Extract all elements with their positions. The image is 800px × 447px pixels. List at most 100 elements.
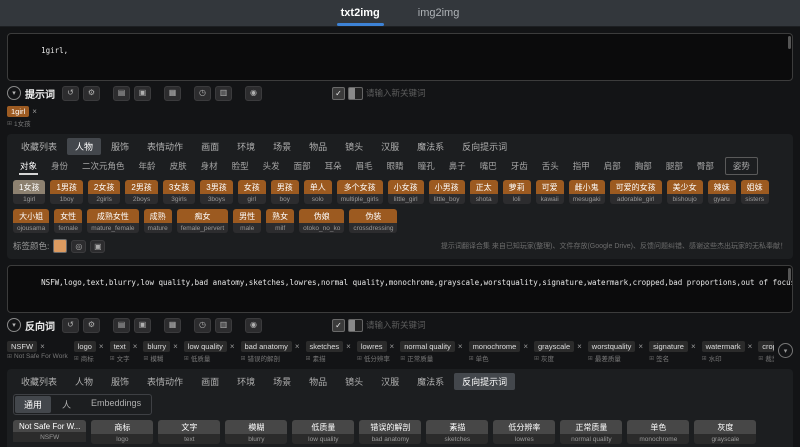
category-tab[interactable]: 二次元角色 bbox=[75, 158, 132, 174]
category-tab[interactable]: 皮肤 bbox=[163, 158, 194, 174]
panel-tab[interactable]: 画面 bbox=[193, 138, 227, 155]
chip[interactable]: text × bbox=[109, 341, 138, 352]
category-tab[interactable]: 鼻子 bbox=[442, 158, 473, 174]
negative-textarea[interactable]: NSFW,logo,text,blurry,low quality,bad an… bbox=[7, 265, 793, 313]
chip[interactable]: NSFW × bbox=[7, 341, 68, 352]
tag-button[interactable]: Not Safe For W... NSFW bbox=[13, 420, 87, 444]
category-tab[interactable]: 指甲 bbox=[566, 158, 597, 174]
collapse-icon[interactable]: ▾ bbox=[7, 86, 21, 100]
tag-button[interactable]: 多个女孩 multiple_girls bbox=[336, 180, 383, 204]
panel-tab[interactable]: 镜头 bbox=[337, 373, 371, 390]
tag-button[interactable]: 可爱的女孩 adorable_girl bbox=[609, 180, 662, 204]
category-tab[interactable]: 年龄 bbox=[132, 158, 163, 174]
tag-button[interactable]: 成熟女性 mature_female bbox=[87, 209, 139, 233]
panel-tab[interactable]: 场景 bbox=[265, 373, 299, 390]
undo-icon[interactable]: ↺ bbox=[62, 85, 79, 101]
panel-tab[interactable]: 表情动作 bbox=[139, 138, 191, 155]
category-tab[interactable]: 牙齿 bbox=[504, 158, 535, 174]
save-icon[interactable]: ▤ bbox=[113, 85, 130, 101]
remove-icon[interactable]: × bbox=[638, 342, 643, 351]
image-icon[interactable]: ▦ bbox=[164, 317, 181, 333]
color-reset-icon[interactable]: ▣ bbox=[90, 239, 106, 253]
settings-icon[interactable]: ⚙ bbox=[83, 85, 100, 101]
panel-tab[interactable]: 反向提示词 bbox=[454, 373, 516, 390]
category-tab[interactable]: 耳朵 bbox=[318, 158, 349, 174]
tag-button[interactable]: 3女孩 3girls bbox=[162, 180, 196, 204]
tag-button[interactable]: 素描 sketches bbox=[426, 420, 489, 444]
tag-button[interactable]: 文字 text bbox=[158, 420, 221, 444]
history-icon[interactable]: ◷ bbox=[194, 317, 211, 333]
tag-color-swatch[interactable] bbox=[53, 239, 68, 253]
tag-button[interactable]: 商标 logo bbox=[91, 420, 154, 444]
remove-icon[interactable]: × bbox=[133, 342, 138, 351]
tag-button[interactable]: 正常质量 normal quality bbox=[560, 420, 623, 444]
chip[interactable]: lowres × bbox=[356, 341, 395, 352]
panel-tab[interactable]: 汉服 bbox=[373, 373, 407, 390]
tag-button[interactable]: 美少女 bishoujo bbox=[666, 180, 703, 204]
category-tab[interactable]: 脸型 bbox=[225, 158, 256, 174]
notebook-icon[interactable]: ▣ bbox=[134, 85, 151, 101]
remove-icon[interactable]: × bbox=[40, 342, 45, 351]
chip[interactable]: low quality × bbox=[183, 341, 235, 352]
panel-tab[interactable]: 魔法系 bbox=[409, 138, 452, 155]
category-tab[interactable]: 对象 bbox=[13, 158, 44, 175]
chip[interactable]: sketches × bbox=[305, 341, 351, 352]
category-tab[interactable]: 瞳孔 bbox=[411, 158, 442, 174]
panel-tab[interactable]: 环境 bbox=[229, 373, 263, 390]
panel-tab[interactable]: 镜头 bbox=[337, 138, 371, 155]
remove-icon[interactable]: × bbox=[390, 342, 395, 351]
tag-button[interactable]: 单人 solo bbox=[303, 180, 332, 204]
history-icon[interactable]: ◷ bbox=[194, 85, 211, 101]
tag-button[interactable]: 姐妹 sisters bbox=[740, 180, 769, 204]
chip[interactable]: signature × bbox=[649, 341, 696, 352]
panel-tab[interactable]: 收藏列表 bbox=[13, 373, 65, 390]
trash-icon[interactable]: ▥ bbox=[215, 317, 232, 333]
remove-icon[interactable]: × bbox=[691, 342, 696, 351]
tag-button[interactable]: 灰度 grayscale bbox=[694, 420, 757, 444]
remove-icon[interactable]: × bbox=[173, 342, 178, 351]
panel-tab[interactable]: 服饰 bbox=[103, 373, 137, 390]
tag-button[interactable]: 1女孩 1girl bbox=[13, 180, 46, 204]
panel-tab[interactable]: 反向提示词 bbox=[454, 138, 515, 155]
tag-button[interactable]: 男性 male bbox=[233, 209, 262, 233]
tag-button[interactable]: 辣妹 gyaru bbox=[707, 180, 736, 204]
tag-button[interactable]: 熟女 milf bbox=[266, 209, 295, 233]
panel-tab[interactable]: 服饰 bbox=[103, 138, 137, 155]
tag-button[interactable]: 痴女 female_pervert bbox=[176, 209, 229, 233]
category-tab[interactable]: 臀部 bbox=[690, 158, 721, 174]
toggle-icon[interactable] bbox=[348, 318, 363, 332]
sub-tab[interactable]: 通用 bbox=[15, 396, 52, 413]
remove-icon[interactable]: × bbox=[523, 342, 528, 351]
remove-icon[interactable]: × bbox=[748, 342, 753, 351]
prompt-textarea[interactable]: 1girl, bbox=[7, 33, 793, 81]
tag-button[interactable]: 2女孩 2girls bbox=[87, 180, 121, 204]
remove-icon[interactable]: × bbox=[32, 107, 37, 116]
category-tab[interactable]: 眼睛 bbox=[380, 158, 411, 174]
toggle-icon[interactable] bbox=[348, 86, 363, 100]
remove-icon[interactable]: × bbox=[99, 342, 104, 351]
category-tab[interactable]: 眉毛 bbox=[349, 158, 380, 174]
tag-button[interactable]: 单色 monochrome bbox=[627, 420, 690, 444]
tag-button[interactable]: 3男孩 3boys bbox=[200, 180, 233, 204]
header-tab[interactable]: img2img bbox=[402, 0, 476, 26]
panel-tab[interactable]: 场景 bbox=[265, 138, 299, 155]
tag-button[interactable]: 雌小鬼 mesugaki bbox=[568, 180, 605, 204]
keyword-checkbox[interactable]: ✓ bbox=[332, 86, 345, 100]
sub-tab[interactable]: 人 bbox=[53, 396, 80, 413]
help-icon[interactable]: ◉ bbox=[245, 85, 262, 101]
tag-button[interactable]: 萝莉 loli bbox=[502, 180, 531, 204]
tag-button[interactable]: 成熟 mature bbox=[143, 209, 172, 233]
tag-button[interactable]: 模糊 blurry bbox=[225, 420, 288, 444]
chip[interactable]: normal quality × bbox=[400, 341, 463, 352]
category-tab[interactable]: 姿势 bbox=[724, 157, 758, 175]
chip[interactable]: cropped × bbox=[758, 341, 774, 352]
undo-icon[interactable]: ↺ bbox=[62, 317, 79, 333]
tag-button[interactable]: 伪装 crossdressing bbox=[349, 209, 398, 233]
panel-tab[interactable]: 魔法系 bbox=[409, 373, 452, 390]
tag-button[interactable]: 伪娘 otoko_no_ko bbox=[299, 209, 345, 233]
chip[interactable]: grayscale × bbox=[534, 341, 582, 352]
tag-button[interactable]: 小女孩 little_girl bbox=[387, 180, 424, 204]
category-tab[interactable]: 面部 bbox=[287, 158, 318, 174]
category-tab[interactable]: 腿部 bbox=[659, 158, 690, 174]
prompt-scrollbar-thumb[interactable] bbox=[788, 36, 791, 49]
